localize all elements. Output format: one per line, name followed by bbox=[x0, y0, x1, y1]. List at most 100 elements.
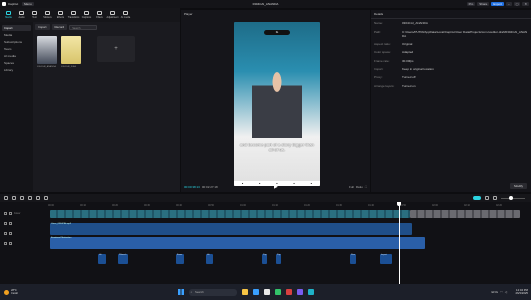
lock-icon[interactable] bbox=[4, 221, 7, 225]
close-icon[interactable]: ✕ bbox=[522, 2, 529, 6]
zoom-slider[interactable] bbox=[501, 196, 525, 200]
media-actions: Import Record Search bbox=[33, 22, 180, 32]
select-icon[interactable] bbox=[4, 196, 8, 200]
media-thumbnail[interactable]: 0304CAI_IDEA bbox=[61, 36, 81, 68]
video-preview[interactable]: IG and become part of a story bigger tha… bbox=[234, 22, 320, 186]
title-bar: CapCut Menu 0304CAI_ANANDA Pro Share Exp… bbox=[0, 0, 531, 8]
freeze-icon[interactable] bbox=[44, 196, 48, 200]
add-media-button[interactable]: + bbox=[97, 36, 135, 62]
main-video-clip[interactable] bbox=[50, 210, 410, 218]
cover-label[interactable]: Cover bbox=[14, 212, 20, 215]
expand-icon[interactable]: ⛶ bbox=[365, 185, 367, 189]
sidebar-item-team[interactable]: Team bbox=[2, 46, 31, 52]
weather-widget[interactable]: 28°C Cerah bbox=[4, 289, 18, 295]
ruler-tick: 01:40 bbox=[368, 204, 374, 207]
tool-text[interactable]: Text bbox=[29, 9, 40, 21]
lang-indicator[interactable]: ENG bbox=[492, 290, 499, 294]
tool-transitions[interactable]: Transitions bbox=[68, 9, 79, 21]
tool-effects[interactable]: Effects bbox=[55, 9, 66, 21]
sfx-clip[interactable]: Impact bbox=[380, 254, 392, 264]
wifi-icon[interactable]: ◠ bbox=[500, 290, 503, 294]
tool-audio[interactable]: Audio bbox=[16, 9, 27, 21]
clock-date: 26/3/2025 bbox=[515, 291, 528, 295]
undo-icon[interactable] bbox=[12, 196, 16, 200]
ratio-button[interactable]: Ratio bbox=[356, 185, 363, 189]
tool-ai-media[interactable]: AI media bbox=[120, 9, 131, 21]
detail-key: Frame rate: bbox=[374, 58, 390, 63]
sfx-clip[interactable]: Whoosh bbox=[118, 254, 128, 264]
speaker-icon[interactable] bbox=[9, 231, 12, 235]
tool-captions[interactable]: Captions bbox=[81, 9, 92, 21]
sidebar-item-spaces[interactable]: Spaces bbox=[2, 60, 31, 66]
file-explorer-icon[interactable] bbox=[242, 289, 248, 295]
tool-media[interactable]: Media bbox=[3, 9, 14, 21]
clock[interactable]: 12:04 PM 26/3/2025 bbox=[515, 288, 528, 296]
link-icon[interactable] bbox=[485, 196, 489, 200]
ruler-tick: 02:20 bbox=[496, 204, 502, 207]
sidebar-item-library[interactable]: Library bbox=[2, 67, 31, 73]
capcut-taskbar-icon[interactable] bbox=[264, 289, 270, 295]
lock-icon[interactable] bbox=[4, 231, 7, 235]
sidebar-item-import[interactable]: Import bbox=[2, 25, 31, 31]
minimize-icon[interactable]: – bbox=[505, 2, 512, 6]
sfx-clip[interactable]: Hit bbox=[206, 254, 213, 264]
chrome-icon[interactable] bbox=[275, 289, 281, 295]
windows-start-icon[interactable] bbox=[178, 289, 184, 295]
play-button[interactable]: ▶ bbox=[274, 184, 278, 190]
text-icon bbox=[32, 11, 37, 15]
sidebar-item-ai-media[interactable]: AI media bbox=[2, 53, 31, 59]
music-audio-clip[interactable]: Emotional Motivation bbox=[50, 237, 425, 249]
speaker-icon[interactable] bbox=[9, 221, 12, 225]
detail-key: Path: bbox=[374, 29, 382, 34]
sfx-clip[interactable]: Boom bbox=[176, 254, 184, 264]
lock-icon[interactable] bbox=[4, 241, 7, 245]
app-icon[interactable] bbox=[297, 289, 303, 295]
app-icon[interactable] bbox=[286, 289, 292, 295]
preview-axis-icon[interactable] bbox=[493, 196, 497, 200]
delete-icon[interactable] bbox=[36, 196, 40, 200]
time-ruler[interactable]: 00:00 00:10 00:20 00:30 00:40 00:50 01:00 01:10… bbox=[48, 204, 528, 209]
edge-icon[interactable] bbox=[253, 289, 259, 295]
sidebar-item-media[interactable]: Media bbox=[2, 32, 31, 38]
end-video-clip[interactable] bbox=[410, 210, 520, 218]
sfx-clip[interactable]: Hit bbox=[98, 254, 106, 264]
sidebar-item-subscriptions[interactable]: Subscriptions bbox=[2, 39, 31, 45]
playhead[interactable] bbox=[397, 202, 401, 284]
media-grid: 0304CAI_ANANDA 0304CAI_IDEA + bbox=[33, 32, 180, 68]
redo-icon[interactable] bbox=[20, 196, 24, 200]
volume-icon[interactable]: ◁ bbox=[505, 290, 507, 294]
sfx-clip[interactable]: Rise bbox=[350, 254, 356, 264]
sfx-clip[interactable]: Pop bbox=[262, 254, 267, 264]
media-thumbnail[interactable]: 0304CAI_ANANDA bbox=[37, 36, 57, 68]
snap-toggle[interactable] bbox=[473, 196, 481, 200]
tool-filters[interactable]: Filters bbox=[94, 9, 105, 21]
ruler-tick: 02:00 bbox=[432, 204, 438, 207]
record-button[interactable]: Record bbox=[51, 24, 68, 30]
maximize-icon[interactable]: ▢ bbox=[513, 2, 521, 6]
speaker-icon[interactable] bbox=[9, 241, 12, 245]
tool-stickers[interactable]: Stickers bbox=[42, 9, 53, 21]
tool-adjustment[interactable]: Adjustment bbox=[107, 9, 118, 21]
taskbar-search-input[interactable]: Search bbox=[189, 288, 237, 296]
zoom-knob[interactable] bbox=[509, 196, 513, 200]
fullscreen-toggle[interactable]: Full bbox=[349, 185, 354, 189]
media-search-input[interactable]: Search bbox=[69, 24, 98, 30]
split-icon[interactable] bbox=[28, 196, 32, 200]
menu-button[interactable]: Menu bbox=[22, 2, 34, 6]
detail-key: Name: bbox=[374, 21, 383, 26]
eye-icon[interactable] bbox=[9, 211, 12, 215]
transitions-icon bbox=[71, 11, 76, 15]
sfx-clip[interactable]: Pop bbox=[276, 254, 281, 264]
app-icon[interactable] bbox=[308, 289, 314, 295]
tool-label: AI media bbox=[120, 16, 131, 19]
modify-button[interactable]: Modify bbox=[510, 183, 527, 189]
export-button[interactable]: Export bbox=[491, 2, 504, 6]
detail-row: Frame rate: 30.00fps bbox=[371, 57, 531, 65]
total-time: 00:02:27:18 bbox=[201, 185, 218, 189]
share-button[interactable]: Share bbox=[477, 2, 490, 6]
pro-button[interactable]: Pro bbox=[466, 2, 476, 6]
ruler-tick: 02:10 bbox=[464, 204, 470, 207]
import-button[interactable]: Import bbox=[35, 24, 50, 30]
lock-icon[interactable] bbox=[4, 211, 7, 215]
voiceover-audio-clip[interactable]: Voice_0304CAI.mp3 bbox=[50, 223, 412, 235]
